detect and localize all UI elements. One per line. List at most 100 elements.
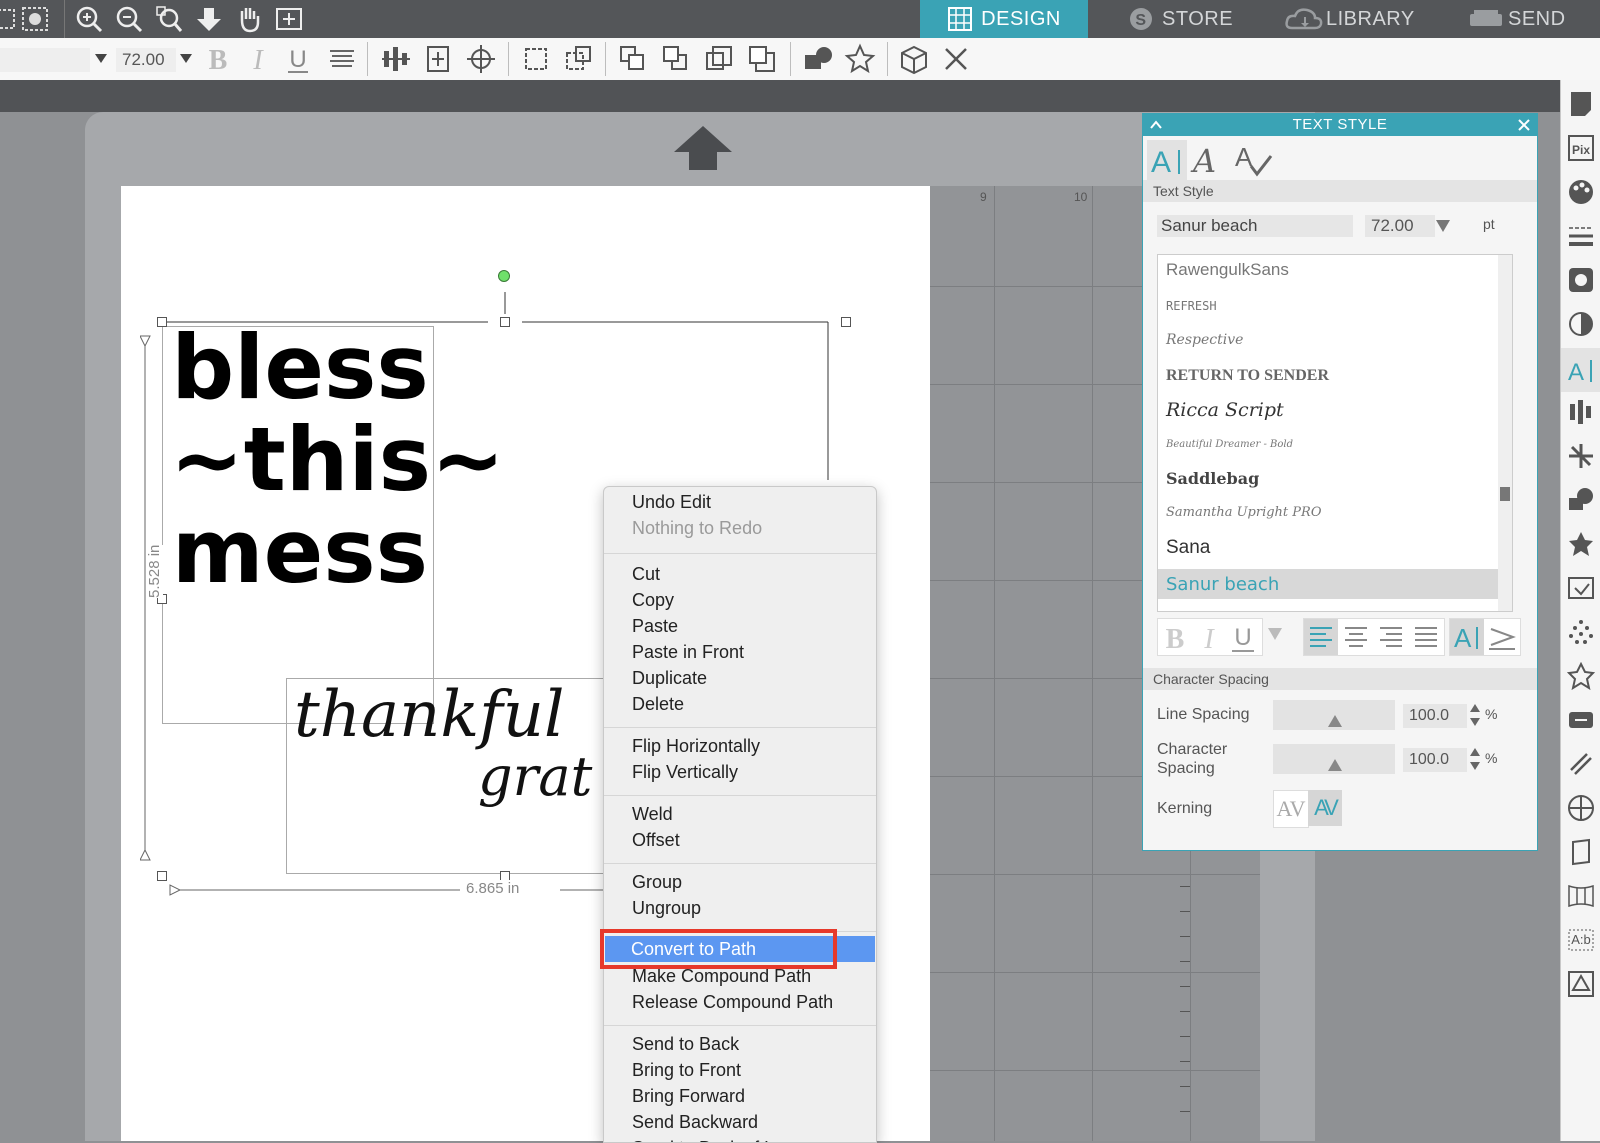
star-icon[interactable] (844, 43, 876, 75)
list-item[interactable]: Ricca Script (1166, 395, 1284, 425)
chevron-down-icon[interactable] (94, 52, 108, 64)
kerning-off-button[interactable]: AV (1273, 790, 1309, 828)
font-size-field[interactable]: 72.00 (116, 48, 176, 72)
tab-design[interactable]: DESIGN (920, 0, 1088, 38)
menu-item-release-compound-path[interactable]: Release Compound Path (632, 989, 833, 1015)
underline-icon[interactable]: U (1228, 621, 1258, 653)
text-align-icon[interactable] (326, 43, 358, 75)
transform-icon[interactable] (1567, 706, 1595, 734)
warp-icon[interactable] (1567, 882, 1595, 910)
menu-item-cut[interactable]: Cut (632, 561, 660, 587)
list-item[interactable]: Samantha Upright PRO (1166, 497, 1321, 527)
line-spacing-input[interactable]: 100.0 (1403, 704, 1467, 728)
group-icon[interactable] (520, 43, 552, 75)
list-item[interactable]: RawengulkSans (1166, 255, 1289, 285)
shapes-icon[interactable] (802, 43, 834, 75)
scrollbar[interactable] (1498, 255, 1512, 611)
palette-icon[interactable] (1567, 178, 1595, 206)
modify-icon[interactable] (1567, 486, 1595, 514)
resize-handle[interactable] (157, 871, 167, 881)
font-script-icon[interactable]: A (1189, 140, 1233, 180)
scrollbar-thumb[interactable] (1500, 487, 1510, 501)
trace-icon[interactable] (20, 4, 50, 34)
send-to-back-icon[interactable] (660, 43, 692, 75)
menu-item-weld[interactable]: Weld (632, 801, 673, 827)
menu-item-delete[interactable]: Delete (632, 691, 684, 717)
bold-icon[interactable]: B (202, 43, 234, 75)
menu-item-paste[interactable]: Paste (632, 613, 678, 639)
collapse-icon[interactable] (1149, 118, 1163, 130)
justify-icon[interactable] (1409, 619, 1443, 655)
center-to-page-icon[interactable] (422, 43, 454, 75)
menu-item-flip-horizontally[interactable]: Flip Horizontally (632, 733, 760, 759)
menu-item-undo[interactable]: Undo Edit (632, 489, 711, 515)
menu-item-duplicate[interactable]: Duplicate (632, 665, 707, 691)
menu-item-send-to-back-of-layer[interactable]: Send to Back of Layer (632, 1135, 809, 1142)
move-down-icon[interactable] (194, 4, 224, 34)
align-right-icon[interactable] (1374, 619, 1408, 655)
trace-icon[interactable] (1567, 574, 1595, 602)
hand-pan-icon[interactable] (234, 4, 264, 34)
zoom-in-icon[interactable] (74, 4, 104, 34)
chevron-down-icon[interactable] (1267, 626, 1283, 642)
list-item[interactable]: Saddlebag (1166, 463, 1259, 493)
close-icon[interactable] (940, 43, 972, 75)
align-left-button[interactable] (1304, 619, 1338, 655)
3d-box-icon[interactable] (898, 43, 930, 75)
pattern-fill-icon[interactable] (1567, 794, 1595, 822)
spell-check-icon[interactable]: A (1233, 140, 1277, 180)
list-item[interactable]: REFRESH (1166, 291, 1217, 321)
menu-item-paste-in-front[interactable]: Paste in Front (632, 639, 744, 665)
horizontal-text-button[interactable]: A (1450, 619, 1484, 655)
arrow-up-icon[interactable] (672, 124, 734, 172)
tab-library[interactable]: LIBRARY (1284, 0, 1415, 38)
character-spacing-slider[interactable] (1273, 744, 1395, 774)
underline-icon[interactable]: U (282, 43, 314, 75)
stepper-icon[interactable] (1469, 746, 1481, 774)
ungroup-icon[interactable] (562, 43, 594, 75)
menu-item-ungroup[interactable]: Ungroup (632, 895, 701, 921)
list-item[interactable]: Beautiful Dreamer - Bold (1166, 429, 1293, 459)
menu-item-bring-forward[interactable]: Bring Forward (632, 1083, 745, 1109)
slider-handle[interactable] (1327, 758, 1343, 772)
shadow-icon[interactable] (1567, 310, 1595, 338)
bring-to-front-icon[interactable] (617, 43, 649, 75)
close-icon[interactable] (1517, 118, 1531, 132)
print-cut-icon[interactable] (1567, 838, 1595, 866)
menu-item-bring-to-front[interactable]: Bring to Front (632, 1057, 741, 1083)
font-list[interactable]: RawengulkSans REFRESH Respective RETURN … (1157, 254, 1513, 612)
stepper-icon[interactable] (1469, 702, 1481, 730)
chevron-down-icon[interactable] (1435, 218, 1451, 234)
rotate-handle[interactable] (498, 270, 510, 282)
kerning-on-button[interactable]: AV (1308, 790, 1342, 826)
character-spacing-input[interactable]: 100.0 (1403, 748, 1467, 772)
offset-icon[interactable] (1567, 530, 1595, 558)
align-center-icon[interactable] (1339, 619, 1373, 655)
zoom-selection-icon[interactable] (154, 4, 184, 34)
text-style-tab[interactable]: A (1147, 140, 1187, 180)
list-item-selected[interactable]: Sanur beach (1158, 569, 1506, 599)
text-style-sidebar-button[interactable]: A (1561, 348, 1600, 392)
library-shapes-icon[interactable] (1567, 662, 1595, 690)
menu-item-copy[interactable]: Copy (632, 587, 674, 613)
list-item[interactable]: Sana (1166, 533, 1210, 563)
replicate-icon[interactable] (1567, 442, 1595, 470)
fill-pattern-icon[interactable] (1567, 266, 1595, 294)
tab-send[interactable]: SEND (1468, 0, 1566, 38)
font-name-field[interactable] (0, 48, 90, 72)
resize-handle[interactable] (841, 317, 851, 327)
list-item[interactable]: Respective (1166, 325, 1243, 355)
slider-handle[interactable] (1327, 714, 1343, 728)
pixscan-icon[interactable]: Pix (1567, 134, 1595, 162)
chevron-down-icon[interactable] (179, 52, 193, 64)
menu-item-flip-vertically[interactable]: Flip Vertically (632, 759, 738, 785)
line-style-icon[interactable] (1567, 222, 1595, 250)
italic-icon[interactable]: I (242, 43, 274, 75)
font-name-input[interactable]: Sanur beach (1157, 215, 1353, 237)
align-icon[interactable] (380, 43, 412, 75)
align-icon[interactable] (1567, 398, 1595, 426)
crosshair-icon[interactable] (465, 43, 497, 75)
knife-icon[interactable] (1567, 750, 1595, 778)
page-setup-icon[interactable] (1567, 90, 1595, 118)
menu-item-offset[interactable]: Offset (632, 827, 680, 853)
